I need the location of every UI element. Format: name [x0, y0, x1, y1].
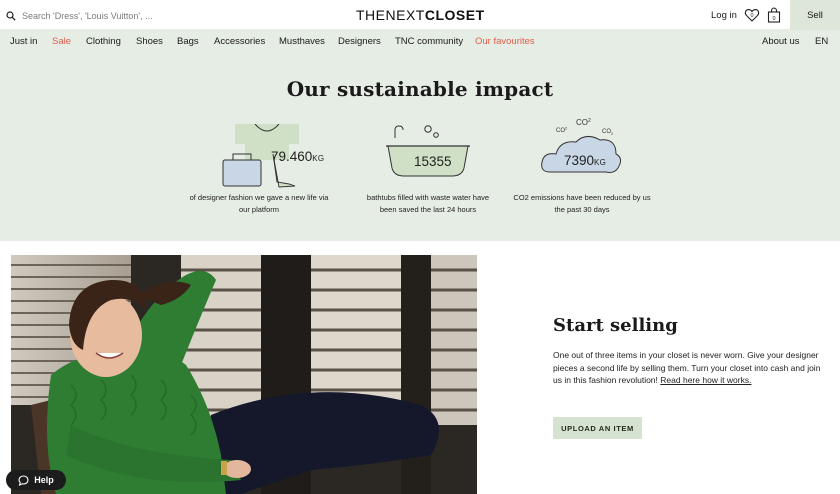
- sell-button[interactable]: Sell: [790, 0, 840, 30]
- svg-text:CO2: CO2: [556, 126, 568, 135]
- login-link[interactable]: Log in: [711, 10, 737, 21]
- nav-item-sale[interactable]: Sale: [52, 36, 71, 47]
- hero-photo-illustration: [11, 255, 477, 494]
- stat-caption: CO2 emissions have been reduced by us th…: [513, 193, 651, 214]
- impact-title: Our sustainable impact: [286, 77, 554, 101]
- wishlist-count: 0: [750, 13, 753, 19]
- shopping-bag-icon[interactable]: 0: [767, 7, 781, 23]
- nav-item-just-in[interactable]: Just in: [10, 36, 37, 47]
- nav-item-accessories[interactable]: Accessories: [214, 36, 265, 47]
- help-label: Help: [34, 475, 54, 485]
- logo-part-thin: THENEXT: [356, 7, 425, 23]
- site-logo[interactable]: THENEXTCLOSET: [356, 7, 485, 23]
- impact-section: Our sustainable impact 79.460KG of desig…: [0, 52, 840, 241]
- chat-bubble-icon: [18, 474, 29, 486]
- nav-item-tnc-community[interactable]: TNC community: [395, 36, 463, 47]
- stat-caption: bathtubs filled with waste water have be…: [366, 193, 490, 214]
- nav-item-shoes[interactable]: Shoes: [136, 36, 163, 47]
- logo-part-bold: CLOSET: [424, 7, 485, 23]
- nav-item-about-us[interactable]: About us: [762, 36, 800, 47]
- stat-value: 7390KG: [564, 153, 607, 168]
- sell-label: Sell: [807, 9, 823, 21]
- stat-caption: of designer fashion we gave a new life v…: [189, 193, 329, 214]
- help-button[interactable]: Help: [6, 470, 66, 490]
- stat-fashion: 79.460KG of designer fashion we gave a n…: [189, 124, 329, 239]
- stat-value: 79.460KG: [271, 149, 325, 164]
- nav-item-musthaves[interactable]: Musthaves: [279, 36, 325, 47]
- search-icon[interactable]: [6, 11, 16, 21]
- search-bar[interactable]: Search 'Dress', 'Louis Vuitton', ...: [6, 8, 206, 24]
- stat-value: 15355: [414, 154, 452, 169]
- upload-item-button[interactable]: UPLOAD AN ITEM: [553, 417, 642, 439]
- search-input[interactable]: Search 'Dress', 'Louis Vuitton', ...: [22, 11, 153, 21]
- co2-cloud-icon: CO2 CO2 CO2: [541, 118, 622, 173]
- header: Search 'Dress', 'Louis Vuitton', ... THE…: [0, 0, 840, 30]
- hero-photo-woman-green-sweater: [11, 255, 477, 494]
- start-selling-body: One out of three items in your closet is…: [553, 349, 821, 387]
- svg-text:CO2: CO2: [602, 129, 614, 136]
- nav-item-clothing[interactable]: Clothing: [86, 36, 121, 47]
- main-nav: Just in Sale Clothing Shoes Bags Accesso…: [0, 30, 840, 52]
- start-selling-title: Start selling: [553, 315, 678, 336]
- nav-item-designers[interactable]: Designers: [338, 36, 381, 47]
- nav-item-bags[interactable]: Bags: [177, 36, 199, 47]
- nav-item-our-favourites[interactable]: Our favourites: [475, 36, 535, 47]
- svg-text:CO2: CO2: [576, 118, 591, 127]
- read-how-it-works-link[interactable]: Read here how it works.: [660, 375, 751, 385]
- language-switch[interactable]: EN: [815, 36, 828, 47]
- stat-co2: CO2 CO2 CO2 7390KG CO2 emissions have be…: [512, 118, 652, 239]
- stat-bathtubs: 15355 bathtubs filled with waste water h…: [358, 124, 498, 239]
- bag-count: 0: [772, 16, 775, 22]
- wishlist-heart-icon[interactable]: 0: [744, 7, 760, 23]
